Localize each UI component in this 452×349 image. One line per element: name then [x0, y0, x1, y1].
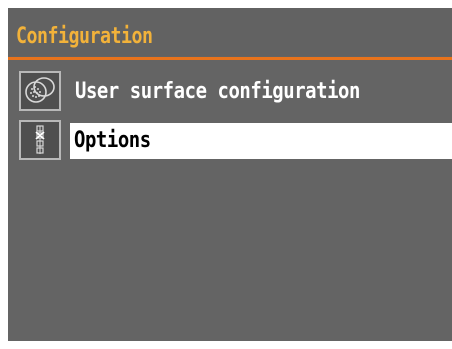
menu-item-options[interactable]: Options: [8, 120, 452, 160]
page-title: Configuration: [16, 24, 153, 49]
menu-item-label: Options: [74, 128, 151, 153]
title-underline: [8, 57, 452, 60]
user-surface-icon: [19, 71, 61, 111]
title-bar: Configuration: [8, 8, 452, 56]
menu-item-label: User surface configuration: [75, 79, 360, 104]
device-screen: Configuration User surface configuration: [8, 8, 452, 341]
menu-item-user-surface-configuration[interactable]: User surface configuration: [8, 71, 452, 111]
options-icon: [19, 120, 61, 160]
